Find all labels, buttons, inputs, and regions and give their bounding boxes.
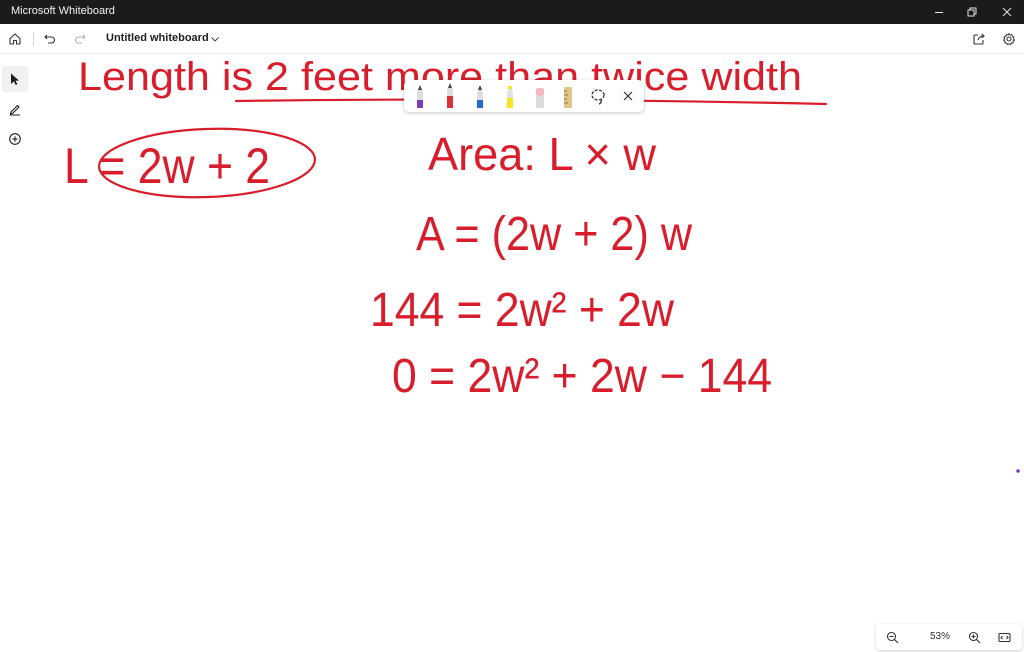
eraser-button[interactable] xyxy=(530,82,550,110)
document-menu-button[interactable] xyxy=(210,32,222,46)
zoom-in-button[interactable] xyxy=(965,628,983,646)
undo-button[interactable] xyxy=(40,29,60,49)
redo-icon xyxy=(75,34,86,44)
lasso-icon xyxy=(591,89,605,105)
yellow-highlighter-button[interactable] xyxy=(500,82,520,110)
fit-to-screen-icon xyxy=(997,632,1011,642)
close-window-button[interactable] xyxy=(990,0,1024,24)
blue-pen-button[interactable] xyxy=(470,82,490,110)
minimize-button[interactable] xyxy=(922,0,956,24)
close-ink-toolbar-button[interactable] xyxy=(618,82,638,110)
pen-icon xyxy=(417,85,423,108)
zoom-out-button[interactable] xyxy=(883,628,901,646)
restore-icon xyxy=(967,7,977,17)
redo-button[interactable] xyxy=(70,29,90,49)
toolbar-divider xyxy=(33,32,34,46)
ink-equation-zero: 0 = 2w² + 2w − 144 xyxy=(392,350,772,403)
purple-pen-button[interactable] xyxy=(410,82,430,110)
ruler-icon xyxy=(564,87,572,108)
pen-icon xyxy=(447,83,453,108)
ink-length-equation: L = 2w + 2 xyxy=(64,138,270,194)
restore-button[interactable] xyxy=(955,0,989,24)
zoom-out-icon xyxy=(886,631,898,643)
pen-icon xyxy=(477,85,483,108)
zoom-in-icon xyxy=(968,631,980,643)
ink-equation-144: 144 = 2w² + 2w xyxy=(370,284,674,337)
eraser-icon xyxy=(536,88,544,108)
ink-toolbar xyxy=(404,80,644,112)
minimize-icon xyxy=(935,12,943,13)
close-icon xyxy=(1002,7,1012,17)
whiteboard-canvas[interactable]: Length is 2 feet more than twice width L… xyxy=(0,55,1024,652)
ink-area-substitution: A = (2w + 2) w xyxy=(416,208,692,261)
highlighter-icon xyxy=(507,86,513,108)
ink-area-definition: Area: L × w xyxy=(428,128,657,180)
gear-icon xyxy=(1003,33,1015,46)
settings-button[interactable] xyxy=(999,29,1019,49)
ink-stray-dot xyxy=(1016,469,1020,473)
red-pen-button[interactable] xyxy=(440,82,460,110)
close-icon xyxy=(623,91,633,101)
share-button[interactable] xyxy=(969,29,989,49)
chevron-down-icon xyxy=(211,37,219,42)
app-title: Microsoft Whiteboard xyxy=(11,5,115,17)
zoom-control: 53% xyxy=(876,624,1022,650)
share-icon xyxy=(973,33,985,45)
app-toolbar: Untitled whiteboard xyxy=(0,24,1024,54)
home-icon xyxy=(9,33,21,45)
zoom-level[interactable]: 53% xyxy=(920,631,960,642)
lasso-select-button[interactable] xyxy=(588,82,608,110)
home-button[interactable] xyxy=(5,29,25,49)
title-bar: Microsoft Whiteboard xyxy=(0,0,1024,24)
fit-to-screen-button[interactable] xyxy=(995,628,1013,646)
ruler-button[interactable] xyxy=(558,82,578,110)
document-title[interactable]: Untitled whiteboard xyxy=(106,32,209,44)
undo-icon xyxy=(44,34,55,44)
